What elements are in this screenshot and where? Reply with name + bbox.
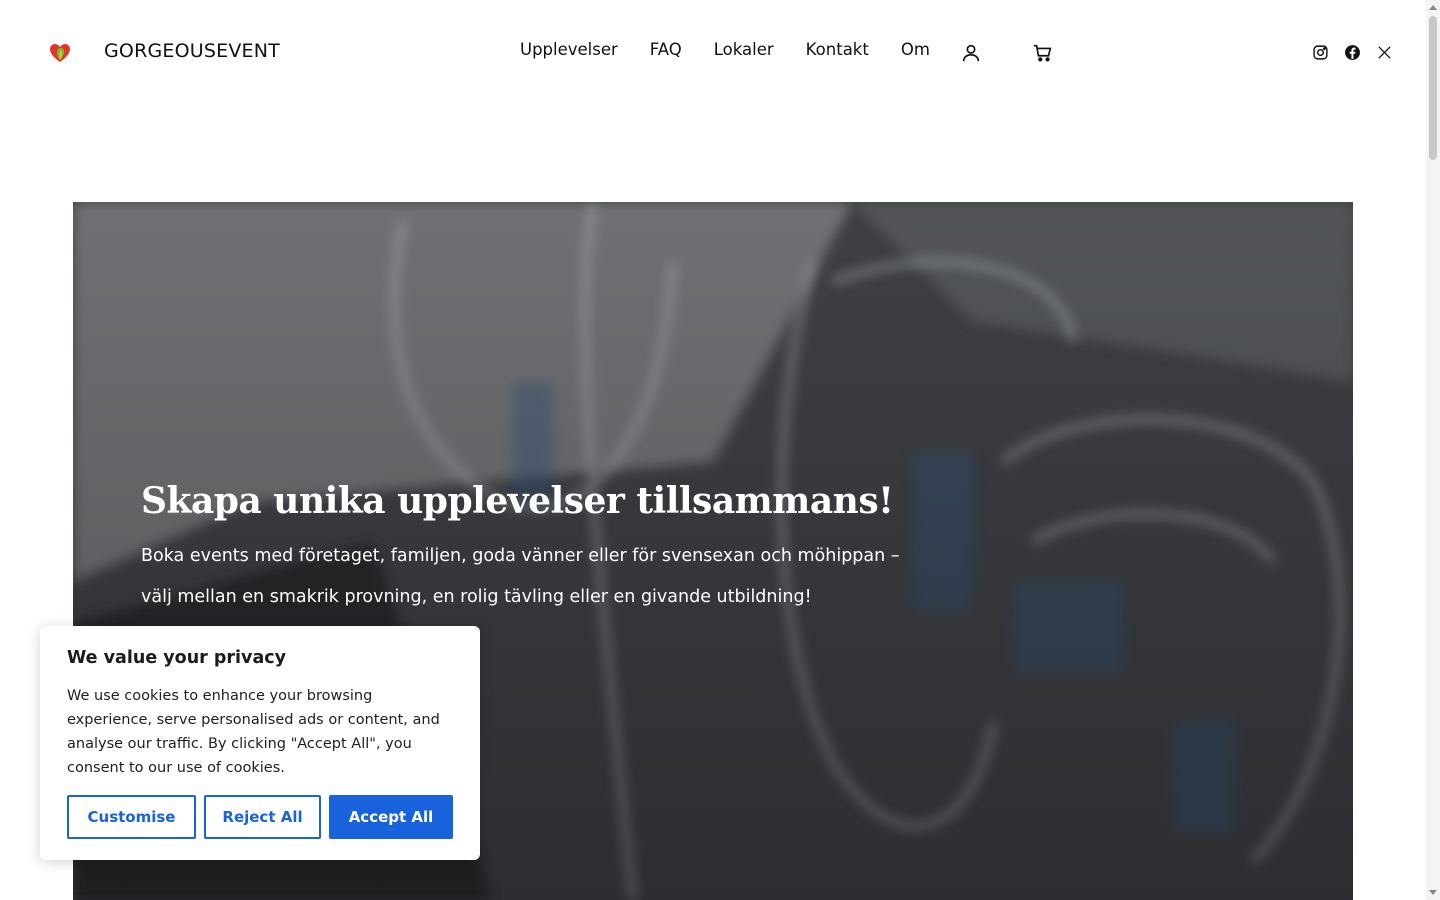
nav-item-upplevelser[interactable]: Upplevelser (520, 40, 618, 59)
hero-description: Boka events med företaget, familjen, god… (141, 536, 941, 618)
nav-item-om[interactable]: Om (901, 40, 930, 59)
main-nav: Upplevelser FAQ Lokaler Kontakt Om (520, 40, 962, 59)
nav-item-kontakt[interactable]: Kontakt (806, 40, 869, 59)
accept-all-button[interactable]: Accept All (329, 795, 453, 839)
nav-item-faq[interactable]: FAQ (650, 40, 682, 59)
site-header: GORGEOUSEVENT Upplevelser FAQ Lokaler Ko… (0, 0, 1426, 105)
hero-description-line-2: välj mellan en smakrik provning, en roli… (141, 587, 812, 607)
cookie-title: We value your privacy (67, 648, 287, 668)
cart-icon[interactable] (1032, 42, 1054, 64)
nav-item-lokaler[interactable]: Lokaler (714, 40, 774, 59)
scroll-down-arrow-icon[interactable] (1429, 890, 1437, 895)
hero-title: Skapa unika upplevelser tillsammans! (141, 480, 894, 522)
x-icon[interactable] (1376, 44, 1393, 61)
cookie-description: We use cookies to enhance your browsing … (67, 688, 440, 776)
user-icon[interactable] (960, 42, 982, 64)
scroll-up-arrow-icon[interactable] (1429, 5, 1437, 10)
cookie-buttons: Customise Reject All Accept All (67, 795, 461, 839)
instagram-icon[interactable] (1312, 44, 1329, 61)
brand-name[interactable]: GORGEOUSEVENT (104, 40, 280, 62)
cookie-consent-banner: We value your privacy We use cookies to … (40, 626, 480, 860)
customise-button[interactable]: Customise (67, 795, 196, 839)
scroll-thumb[interactable] (1429, 16, 1437, 160)
heart-logo-icon[interactable] (48, 41, 72, 65)
vertical-scrollbar[interactable] (1426, 0, 1440, 900)
reject-all-button[interactable]: Reject All (204, 795, 321, 839)
facebook-icon[interactable] (1344, 44, 1361, 61)
hero-description-line-1: Boka events med företaget, familjen, god… (141, 546, 900, 566)
